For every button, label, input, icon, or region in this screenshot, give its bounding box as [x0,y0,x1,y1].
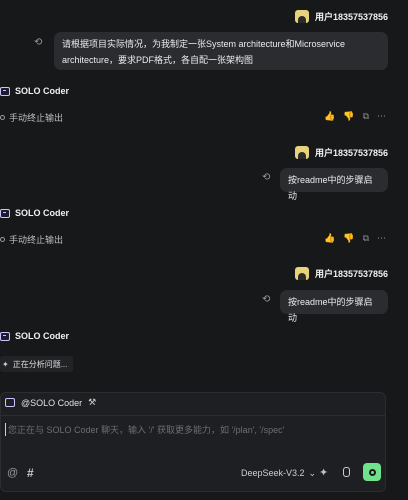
chevron-down-icon: ⌄ [308,468,317,478]
stop-icon [0,237,5,242]
message-text: 请根据项目实际情况，为我制定一张System architecture和Micr… [62,39,346,49]
model-name: DeepSeek-V3.2 [241,468,305,478]
user-message-bubble: 按readme中的步骤启动 [280,290,388,323]
solo-coder-logo-icon [0,208,10,218]
chip-label: @SOLO Coder [21,397,83,408]
message-actions: 👍 👎 ⧉ ⋯ [324,233,386,244]
user-avatar [294,267,309,280]
thumbs-up-icon[interactable]: 👍 [324,233,335,244]
sparkle-icon: ✦ [2,359,9,369]
model-selector[interactable]: DeepSeek-V3.2 ⌄ [241,468,316,479]
bot-header: SOLO Coder [0,331,69,341]
agent-chip[interactable]: @SOLO Coder ⚒ [5,397,96,408]
copy-icon[interactable]: ⧉ [363,233,369,244]
bot-name: SOLO Coder [15,86,70,96]
message-actions: 👍 👎 ⧉ ⋯ [324,111,386,122]
message-text: 按readme中的步骤启动 [288,297,373,323]
solo-coder-logo-icon [0,331,10,341]
user-avatar [294,146,309,159]
stopped-status: 手动终止输出 [0,233,63,246]
more-icon[interactable]: ⋯ [377,111,386,122]
composer-divider [1,415,385,416]
composer-toolbar: @ # DeepSeek-V3.2 ⌄ ✦ [1,463,385,485]
more-icon[interactable]: ⋯ [377,233,386,244]
bot-header: SOLO Coder [0,208,69,218]
thumbs-up-icon[interactable]: 👍 [324,111,335,122]
status-text: 手动终止输出 [9,113,64,123]
analyzing-status: ✦ 正在分析问题... [0,356,74,372]
message-composer: @SOLO Coder ⚒ 您正在与 SOLO Coder 聊天，输入 '/' … [0,392,386,492]
message-input[interactable]: 您正在与 SOLO Coder 聊天，输入 '/' 获取更多能力，如 '/pla… [5,423,284,436]
user-name: 用户18357537856 [314,12,388,22]
bot-name: SOLO Coder [15,331,70,341]
user-header: 用户18357537856 [294,267,388,280]
user-name: 用户18357537856 [314,148,388,158]
status-text: 手动终止输出 [9,235,64,245]
user-header: 用户18357537856 [294,146,388,159]
stop-icon [0,115,5,120]
solo-coder-logo-icon [0,86,10,96]
tools-icon[interactable]: ⚒ [88,397,96,408]
user-message-bubble: 按readme中的步骤启动 [280,168,388,201]
bot-name: SOLO Coder [15,208,70,218]
user-header: 用户18357537856 [294,10,388,23]
undo-icon[interactable]: ⟲ [262,294,270,305]
status-text: 正在分析问题... [12,359,68,369]
thumbs-down-icon[interactable]: 👎 [343,233,354,244]
message-text: 按readme中的步骤启动 [288,175,373,201]
user-avatar [294,10,309,23]
user-name: 用户18357537856 [314,269,388,279]
copy-icon[interactable]: ⧉ [363,111,369,122]
chat-panel: 用户18357537856 ⟲ 请根据项目实际情况，为我制定一张System a… [0,0,408,500]
undo-icon[interactable]: ⟲ [34,37,42,48]
microphone-icon[interactable] [343,467,350,477]
bot-header: SOLO Coder [0,86,69,96]
message-text: architecture，要求PDF格式，各自配一张架构图 [62,55,254,65]
undo-icon[interactable]: ⟲ [262,172,270,183]
hash-icon[interactable]: # [27,466,34,480]
solo-coder-logo-icon [5,398,15,407]
sparkle-icon[interactable]: ✦ [319,466,328,479]
stopped-status: 手动终止输出 [0,111,63,124]
send-button[interactable] [363,463,381,481]
mention-icon[interactable]: @ [7,467,18,479]
thumbs-down-icon[interactable]: 👎 [343,111,354,122]
user-message-bubble: 请根据项目实际情况，为我制定一张System architecture和Micr… [54,32,388,70]
